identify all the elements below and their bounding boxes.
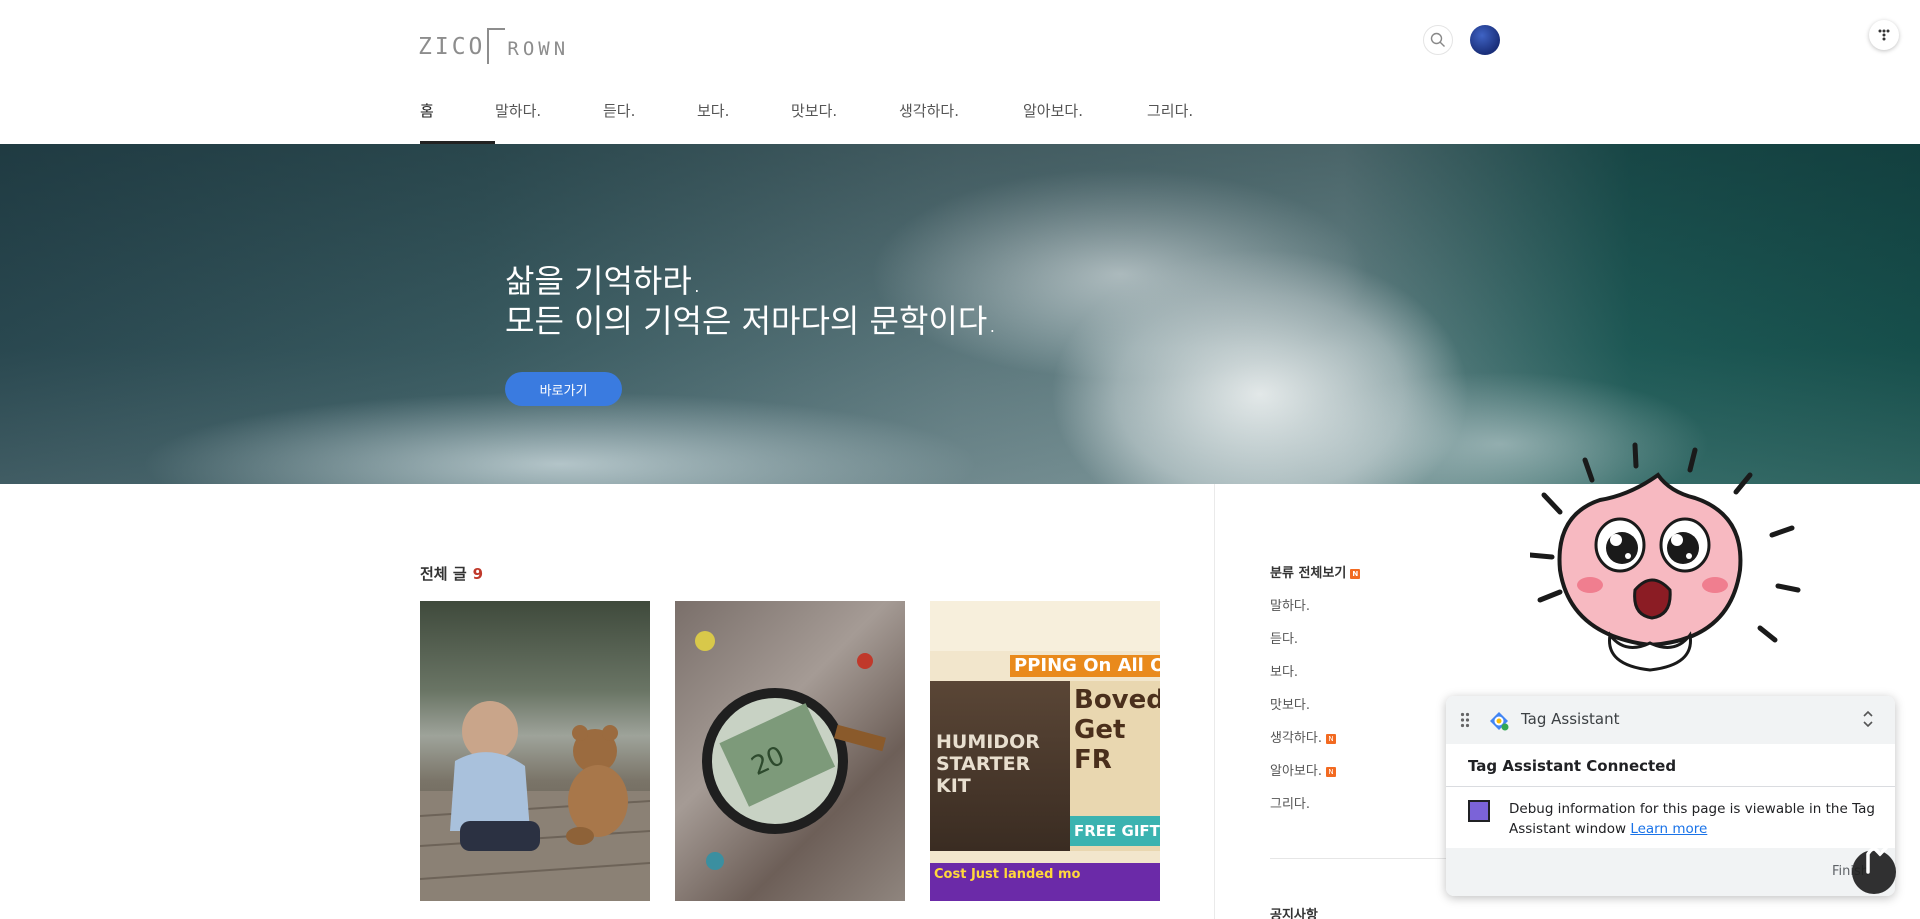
extension-menu-button[interactable] [1869,20,1899,50]
child-and-teddy-bear-illustration [420,701,650,901]
posts-heading: 전체 글 9 [420,563,483,584]
nav-item-learn[interactable]: 알아보다. [1023,100,1147,144]
nav-item-see[interactable]: 보다. [697,100,791,144]
ad-free-gift-banner: FREE GIFT [1070,816,1160,846]
tag-assistant-panel: Tag Assistant Tag Assistant Connected De… [1446,696,1895,896]
logo-text-zico: ZICO [418,34,486,60]
collapse-icon[interactable] [1860,710,1876,728]
hero-headline-2: 모든 이의 기억은 저마다의 문학이다. [505,302,998,340]
scroll-top-icon[interactable] [1850,832,1898,896]
nav-item-home[interactable]: 홈 [420,100,495,144]
tag-assistant-header: Tag Assistant [1446,696,1895,744]
nav-item-think[interactable]: 생각하다. [899,100,1023,144]
ad-humidor-bag: HUMIDOR STARTER KIT [930,681,1070,851]
logo-b-mark: B [487,28,506,64]
nav-item-taste[interactable]: 맛보다. [791,100,899,144]
peach-character-sticker [1530,442,1801,672]
site-logo[interactable]: ZICOBROWN [418,20,570,64]
sidebar-item-speak[interactable]: 말하다. [1270,595,1310,614]
ad-shipping-banner: PPING On All Orders Over $ [1010,655,1160,677]
posts-heading-label: 전체 글 [420,565,467,583]
sidebar-item-taste[interactable]: 맛보다. [1270,694,1310,713]
dots-grid-icon [1878,29,1890,41]
content-divider [1214,484,1215,919]
ad-header-bar [930,601,1160,651]
logo-text-rown: ROWN [507,38,570,60]
drag-handle-icon[interactable] [1460,712,1470,728]
sidebar-separator [1270,858,1450,859]
nav-item-speak[interactable]: 말하다. [495,100,603,144]
ad-purple-banner: Cost Just landed mo [930,863,1160,901]
nav-item-listen[interactable]: 듣다. [603,100,697,144]
tag-assistant-title: Tag Assistant [1521,710,1620,728]
sidebar-item-think[interactable]: 생각하다. N [1270,727,1336,746]
debug-color-swatch [1468,800,1490,822]
search-icon [1430,32,1445,47]
sidebar-item-draw[interactable]: 그리다. [1270,793,1310,812]
hero-banner: 삶을 기억하라. 모든 이의 기억은 저마다의 문학이다. 바로가기 [0,144,1920,484]
new-badge: N [1350,568,1361,579]
tag-assistant-footer: Finish [1446,848,1895,896]
nav-item-draw[interactable]: 그리다. [1147,100,1217,144]
tag-assistant-separator [1446,786,1895,787]
category-all-link[interactable]: 분류 전체보기 N [1270,562,1361,581]
magnifying-glass-money-illustration: 20 [695,631,886,870]
sidebar-item-think-label: 생각하다. [1270,731,1322,746]
sidebar-item-learn[interactable]: 알아보다. N [1270,760,1336,779]
new-badge: N [1325,733,1336,744]
main-nav: 홈 말하다. 듣다. 보다. 맛보다. 생각하다. 알아보다. 그리다. [420,100,1217,144]
tag-assistant-message: Debug information for this page is viewa… [1509,799,1879,839]
sidebar-item-listen[interactable]: 듣다. [1270,628,1298,647]
category-all-label: 분류 전체보기 [1270,566,1347,581]
learn-more-link[interactable]: Learn more [1630,821,1707,837]
sidebar-item-see[interactable]: 보다. [1270,661,1298,680]
tag-assistant-status: Tag Assistant Connected [1468,757,1677,775]
new-badge: N [1325,766,1336,777]
post-thumbnail-magnifier[interactable]: 20 [675,601,905,901]
post-thumbnail-humidor-ad[interactable]: PPING On All Orders Over $ HUMIDOR START… [930,601,1160,901]
avatar[interactable] [1470,25,1500,55]
sidebar-item-learn-label: 알아보다. [1270,764,1322,779]
post-thumbnail-child-bear[interactable] [420,601,650,901]
search-button[interactable] [1423,25,1453,55]
posts-count: 9 [472,565,484,583]
hero-go-button[interactable]: 바로가기 [505,372,622,406]
notice-heading: 공지사항 [1270,908,1318,919]
tag-assistant-logo-icon [1490,712,1509,731]
